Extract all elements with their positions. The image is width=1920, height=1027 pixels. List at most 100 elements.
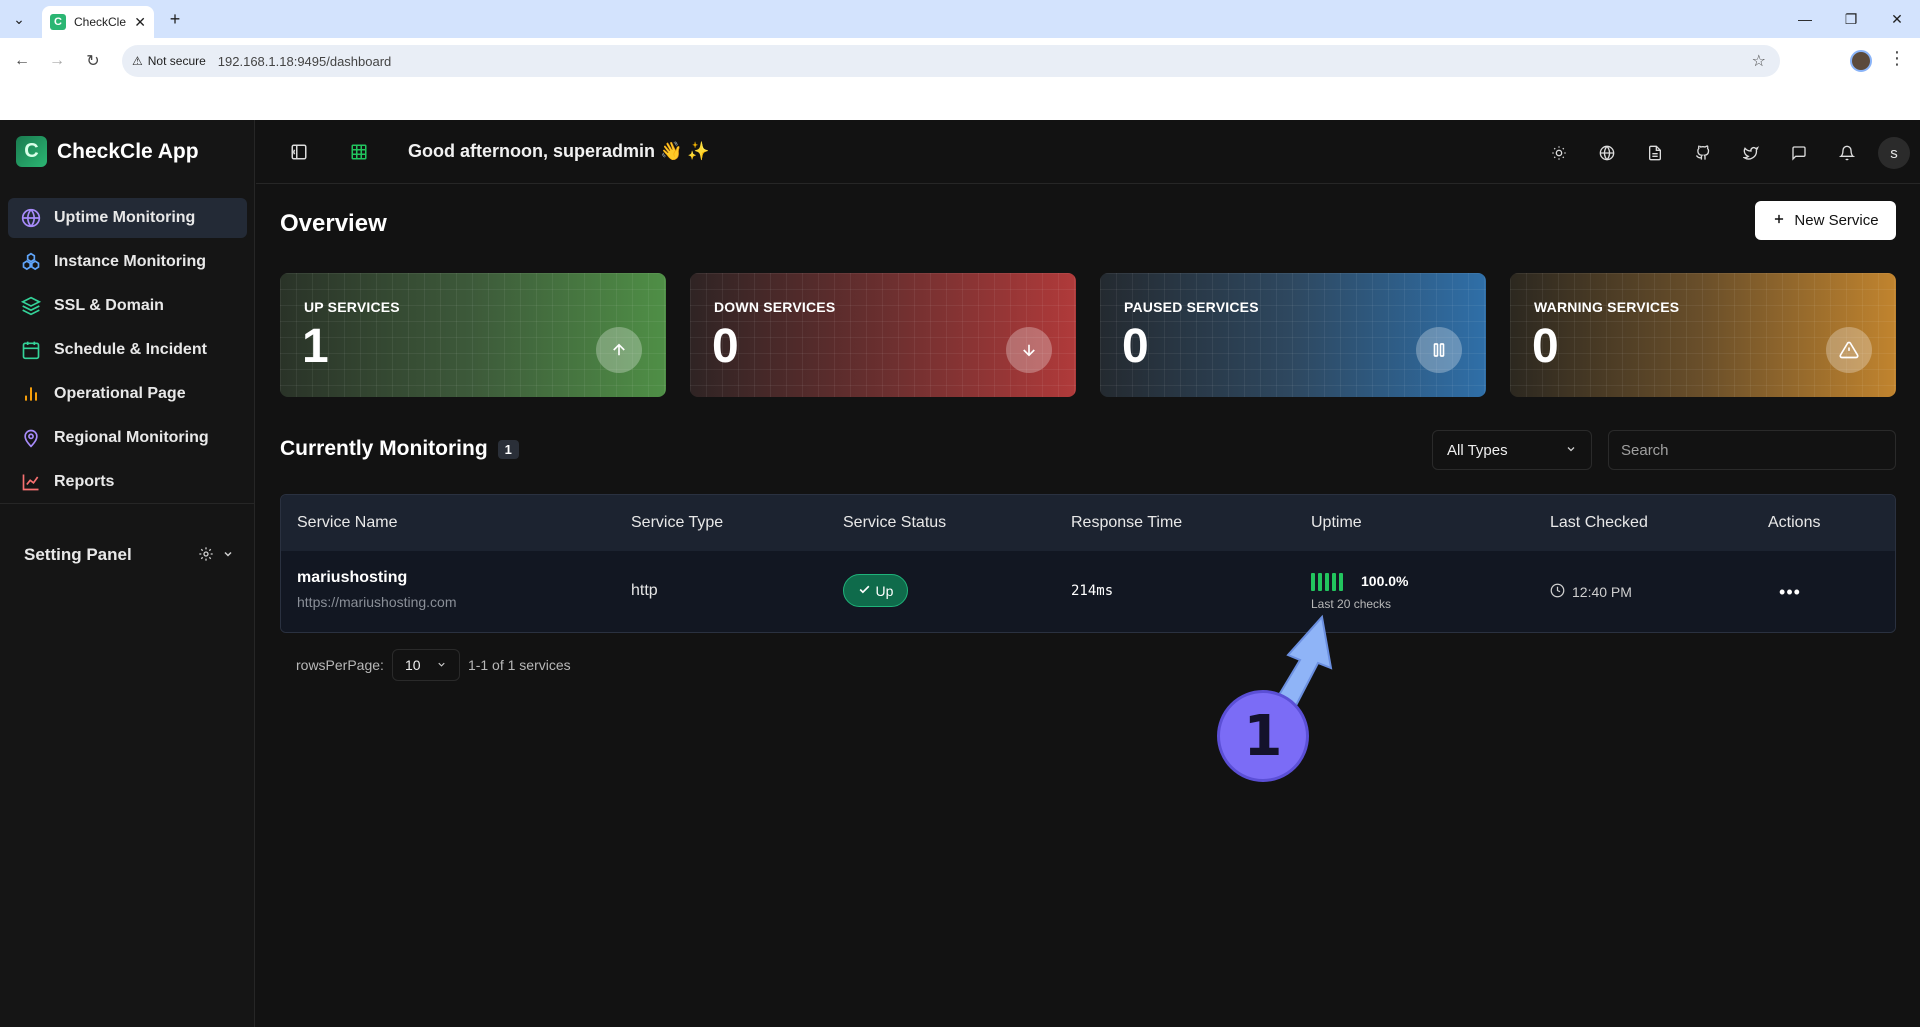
theme-sun-icon[interactable]	[1542, 136, 1576, 170]
column-header[interactable]: Service Name	[297, 514, 397, 532]
search-input[interactable]	[1608, 430, 1896, 470]
service-count-badge: 1	[497, 439, 519, 459]
sidebar-toggle-icon[interactable]	[288, 141, 310, 163]
language-globe-icon[interactable]	[1590, 136, 1624, 170]
calendar-icon	[20, 339, 42, 361]
uptime-bar	[1325, 573, 1329, 591]
brand-name: CheckCle App	[57, 139, 199, 163]
chat-icon[interactable]	[1782, 136, 1816, 170]
column-header[interactable]: Service Type	[631, 514, 723, 532]
sidebar-item-label: Schedule & Incident	[54, 341, 207, 358]
column-header[interactable]: Service Status	[843, 514, 946, 532]
down-services-card[interactable]: DOWN SERVICES 0	[690, 273, 1076, 397]
sidebar-item-operational-page[interactable]: Operational Page	[8, 374, 247, 414]
pagination: rowsPerPage: 10 1-1 of 1 services	[296, 649, 571, 681]
tab-title: CheckCle App	[74, 15, 126, 29]
sidebar-item-label: SSL & Domain	[54, 297, 164, 314]
globe-icon	[20, 207, 42, 229]
last-checked-time: 12:40 PM	[1572, 584, 1632, 600]
sidebar-nav: Uptime Monitoring Instance Monitoring SS…	[8, 198, 247, 506]
bookmark-star-icon[interactable]: ☆	[1752, 51, 1766, 71]
sidebar-item-regional-monitoring[interactable]: Regional Monitoring	[8, 418, 247, 458]
sidebar-item-reports[interactable]: Reports	[8, 462, 247, 502]
sidebar-item-label: Instance Monitoring	[54, 253, 206, 270]
services-table: Service Name Service Type Service Status…	[280, 494, 1896, 633]
reload-icon[interactable]: ↻	[81, 49, 105, 73]
column-header[interactable]: Response Time	[1071, 514, 1182, 532]
grid-icon[interactable]	[348, 141, 370, 163]
top-right-actions: s	[1542, 136, 1910, 170]
sidebar-item-uptime-monitoring[interactable]: Uptime Monitoring	[8, 198, 247, 238]
new-tab-icon[interactable]: +	[164, 8, 186, 30]
rows-per-page-select[interactable]: 10	[391, 649, 460, 681]
chevron-down-icon	[1565, 442, 1577, 459]
security-label: Not secure	[147, 54, 206, 68]
checkcle-logo-icon: C	[16, 136, 47, 167]
sidebar: C CheckCle App Uptime Monitoring Instanc…	[0, 120, 255, 1027]
profile-avatar[interactable]	[1850, 50, 1872, 72]
twitter-icon[interactable]	[1734, 136, 1768, 170]
type-filter-value: All Types	[1447, 441, 1508, 459]
tab-close-icon[interactable]: ✕	[134, 14, 146, 31]
uptime-bar	[1318, 573, 1322, 591]
github-icon[interactable]	[1686, 136, 1720, 170]
sidebar-item-ssl-domain[interactable]: SSL & Domain	[8, 286, 247, 326]
minimize-icon[interactable]: —	[1782, 0, 1828, 38]
new-service-button[interactable]: New Service	[1755, 201, 1896, 240]
user-avatar[interactable]: s	[1878, 137, 1910, 169]
browser-toolbar: ← → ↻ ⚠ Not secure 192.168.1.18:9495/das…	[0, 38, 1920, 84]
url-text[interactable]: 192.168.1.18:9495/dashboard	[218, 54, 392, 69]
bell-icon[interactable]	[1830, 136, 1864, 170]
card-value: 0	[712, 320, 739, 373]
type-filter-select[interactable]: All Types	[1432, 430, 1592, 470]
card-value: 0	[1532, 320, 1559, 373]
restore-icon[interactable]: ❐	[1828, 0, 1874, 38]
arrow-up-icon	[596, 327, 642, 373]
back-icon[interactable]: ←	[10, 49, 34, 73]
address-bar[interactable]: ⚠ Not secure 192.168.1.18:9495/dashboard…	[122, 45, 1780, 77]
checkcle-favicon-icon: C	[50, 14, 66, 30]
window-close-icon[interactable]: ✕	[1874, 0, 1920, 38]
forward-icon[interactable]: →	[45, 49, 69, 73]
column-header[interactable]: Uptime	[1311, 514, 1362, 532]
browser-tabstrip: ⌄ C CheckCle App ✕ + — ❐ ✕	[0, 0, 1920, 38]
map-pin-icon	[20, 427, 42, 449]
card-label: UP SERVICES	[304, 299, 400, 315]
brand[interactable]: C CheckCle App	[16, 136, 199, 167]
card-label: DOWN SERVICES	[714, 299, 836, 315]
setting-panel-toggle[interactable]: Setting Panel	[24, 545, 234, 565]
status-label: Up	[875, 582, 894, 599]
section-title: Currently Monitoring	[280, 437, 488, 460]
pagination-range: 1-1 of 1 services	[467, 657, 571, 673]
page-title: Overview	[280, 210, 387, 237]
sidebar-item-schedule-incident[interactable]: Schedule & Incident	[8, 330, 247, 370]
card-label: WARNING SERVICES	[1534, 299, 1680, 315]
rows-per-page-label: rowsPerPage:	[296, 657, 384, 673]
chevron-down-icon	[436, 657, 447, 673]
gear-icon	[198, 546, 214, 565]
document-icon[interactable]	[1638, 136, 1672, 170]
warning-triangle-icon: ⚠	[132, 54, 143, 68]
sidebar-item-label: Reports	[54, 473, 115, 490]
sidebar-item-instance-monitoring[interactable]: Instance Monitoring	[8, 242, 247, 282]
toolbar-spacer	[0, 84, 1920, 120]
paused-services-card[interactable]: PAUSED SERVICES 0	[1100, 273, 1486, 397]
line-chart-icon	[20, 471, 42, 493]
table-row[interactable]: mariushosting https://mariushosting.com …	[281, 551, 1895, 632]
row-actions-menu-icon[interactable]: •••	[1775, 577, 1805, 607]
tab-search-dropdown-icon[interactable]: ⌄	[8, 8, 30, 30]
up-services-card[interactable]: UP SERVICES 1	[280, 273, 666, 397]
rows-per-page-value: 10	[404, 657, 421, 673]
column-header[interactable]: Last Checked	[1550, 514, 1648, 532]
warning-services-card[interactable]: WARNING SERVICES 0	[1510, 273, 1896, 397]
service-name[interactable]: mariushosting	[297, 569, 407, 587]
plus-icon	[1772, 212, 1786, 230]
warning-icon	[1826, 327, 1872, 373]
boxes-icon	[20, 251, 42, 273]
browser-tab[interactable]: C CheckCle App ✕	[42, 6, 154, 38]
status-cards: UP SERVICES 1 DOWN SERVICES 0 PAUSED SER…	[280, 273, 1896, 397]
chevron-down-icon	[222, 547, 234, 563]
annotation-badge: 1	[1217, 690, 1309, 782]
security-chip[interactable]: ⚠ Not secure	[132, 54, 218, 68]
browser-menu-icon[interactable]: ⋮	[1888, 48, 1906, 69]
